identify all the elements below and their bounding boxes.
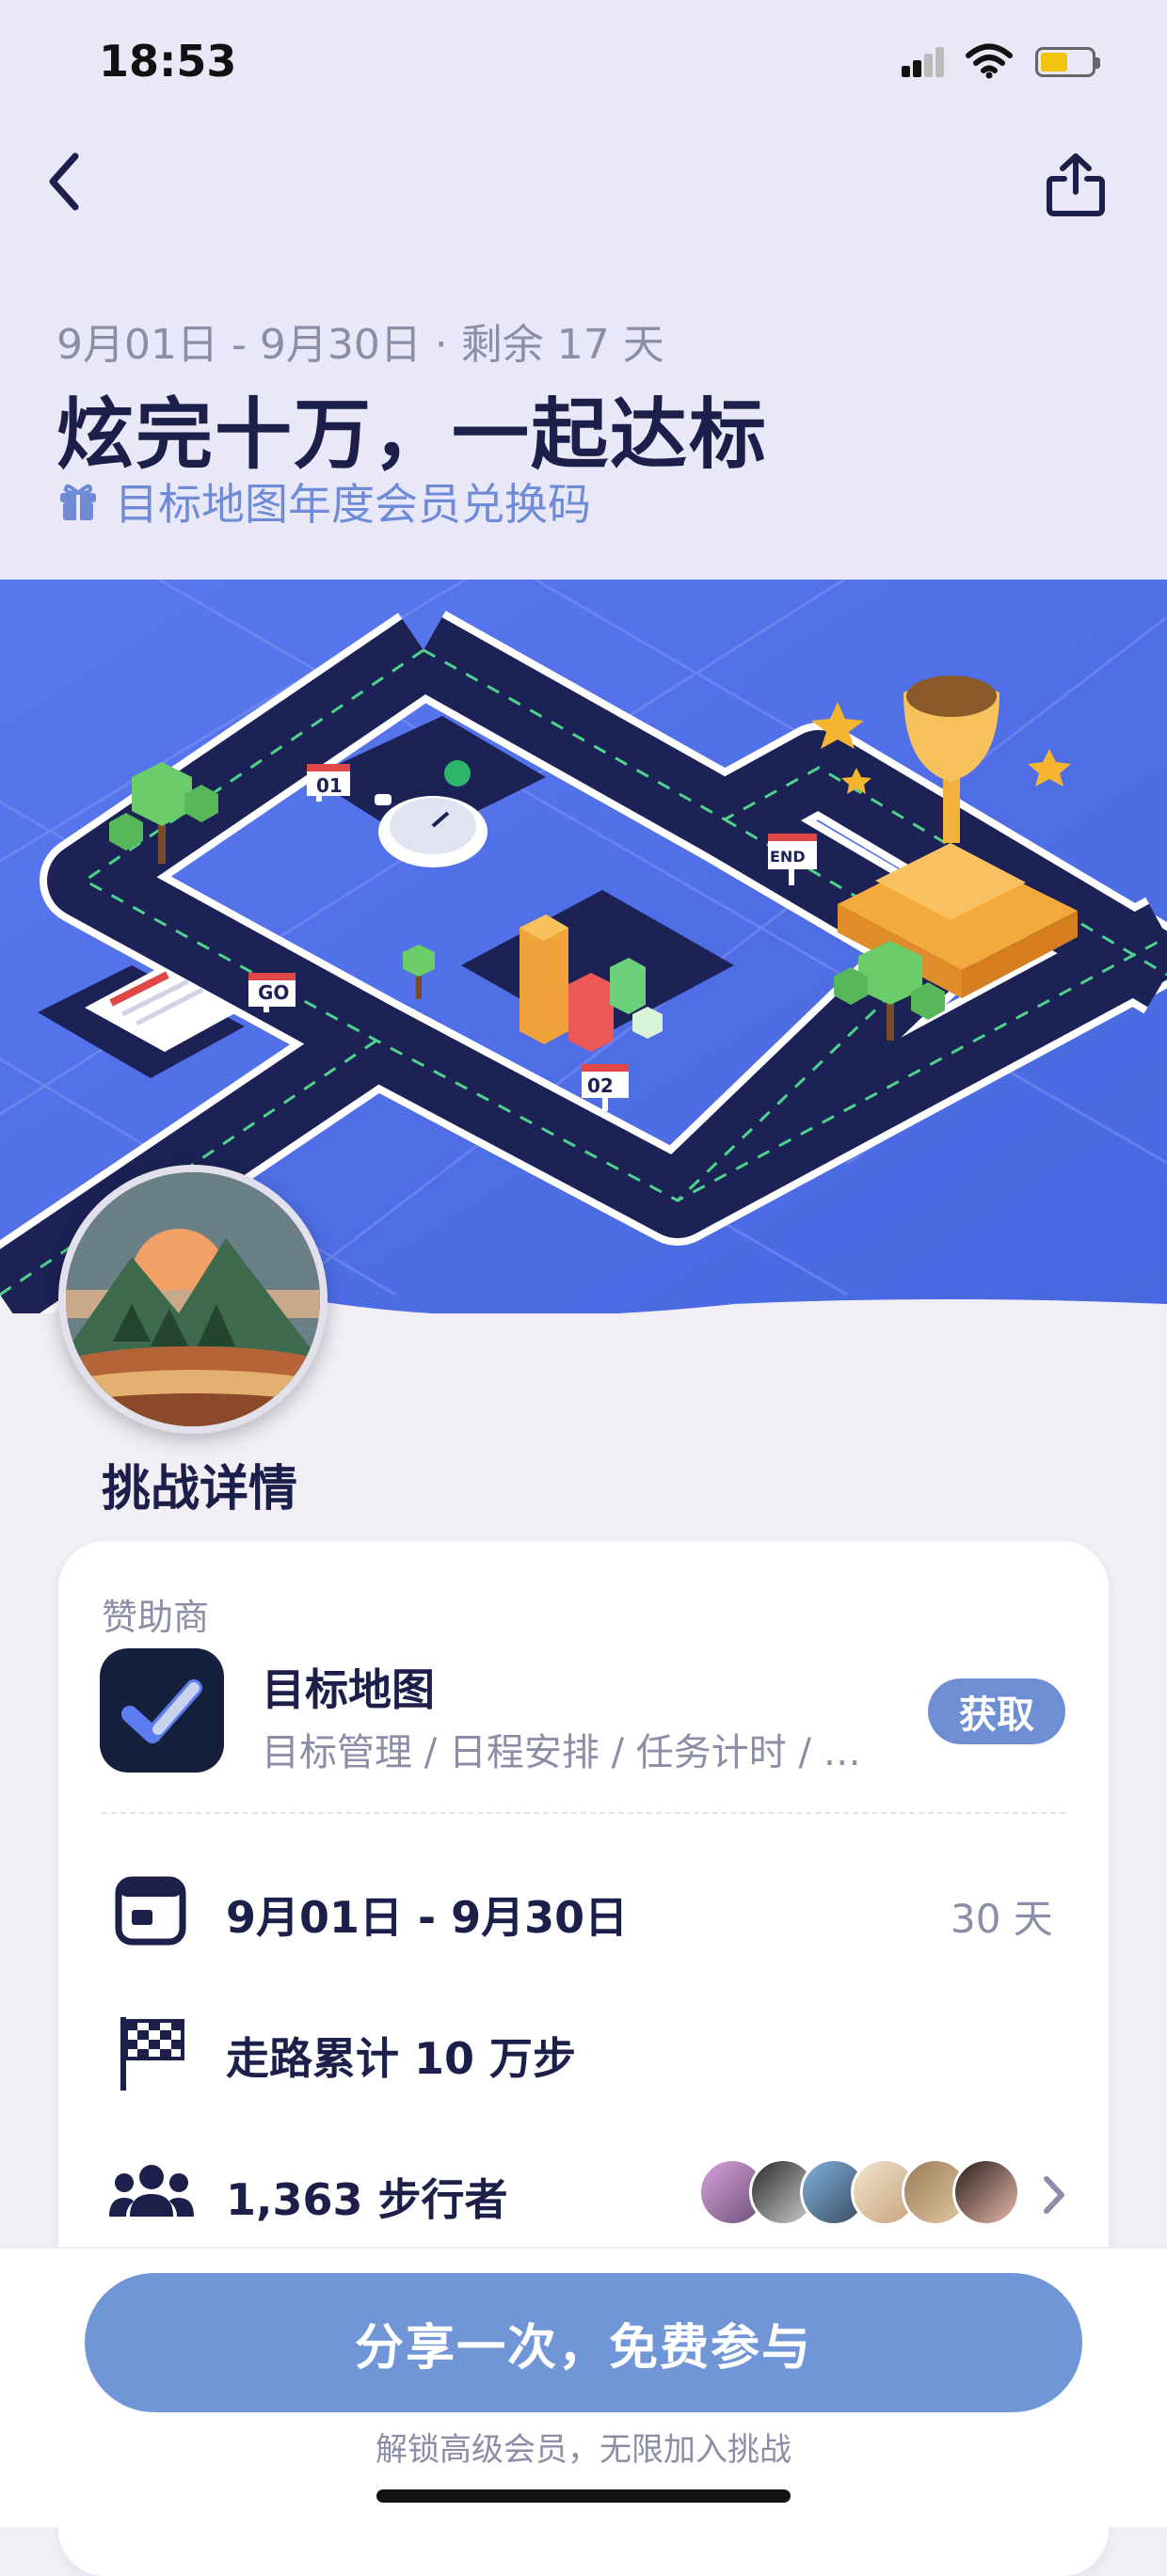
back-chevron-icon[interactable] [41, 149, 88, 215]
detail-duration: 30 天 [951, 1896, 1053, 1942]
premium-note: 解锁高级会员，无限加入挑战 [376, 2431, 791, 2469]
battery-icon [1035, 47, 1100, 77]
people-icon [109, 2165, 194, 2217]
map-sign-end: END [770, 848, 806, 866]
checkmark-icon [121, 1679, 202, 1743]
wifi-icon [966, 43, 1013, 79]
get-app-button[interactable]: 获取 [928, 1678, 1065, 1744]
mountain-icon [66, 1172, 320, 1426]
promo-link[interactable]: 目标地图年度会员兑换码 [56, 470, 591, 533]
map-sign-01: 01 [316, 774, 343, 797]
calendar-icon [115, 1876, 186, 1946]
home-indicator [376, 2489, 791, 2503]
map-sign-go: GO [258, 981, 289, 1004]
chevron-right-icon[interactable] [1039, 2171, 1067, 2218]
checkered-flag-icon [120, 2017, 184, 2091]
participant-avatar [952, 2158, 1020, 2226]
gift-icon [60, 484, 96, 520]
challenge-badge [58, 1165, 328, 1434]
sponsor-app-icon[interactable] [100, 1648, 224, 1773]
share-to-join-button[interactable]: 分享一次，免费参与 [85, 2273, 1082, 2412]
cellular-signal-icon [902, 47, 945, 77]
share-icon[interactable] [1045, 151, 1107, 218]
detail-goal: 走路累计 10 万步 [226, 2033, 577, 2084]
sponsor-app-name: 目标地图 [262, 1664, 435, 1715]
page-title: 炫完十万，一起达标 [56, 390, 769, 480]
detail-date-range: 9月01日 - 9月30日 [226, 1892, 629, 1943]
promo-link-label: 目标地图年度会员兑换码 [115, 479, 591, 530]
challenge-date-range: 9月01日 - 9月30日 · 剩余 17 天 [56, 321, 664, 369]
participants-count: 1,363 步行者 [226, 2174, 508, 2225]
sponsor-label: 赞助商 [102, 1597, 210, 1638]
status-time: 18:53 [99, 36, 237, 87]
divider [102, 1812, 1065, 1814]
map-sign-02: 02 [587, 1074, 614, 1097]
sponsor-app-description: 目标管理 / 日程安排 / 任务计时 / … [262, 1731, 861, 1774]
section-title: 挑战详情 [102, 1461, 298, 1518]
